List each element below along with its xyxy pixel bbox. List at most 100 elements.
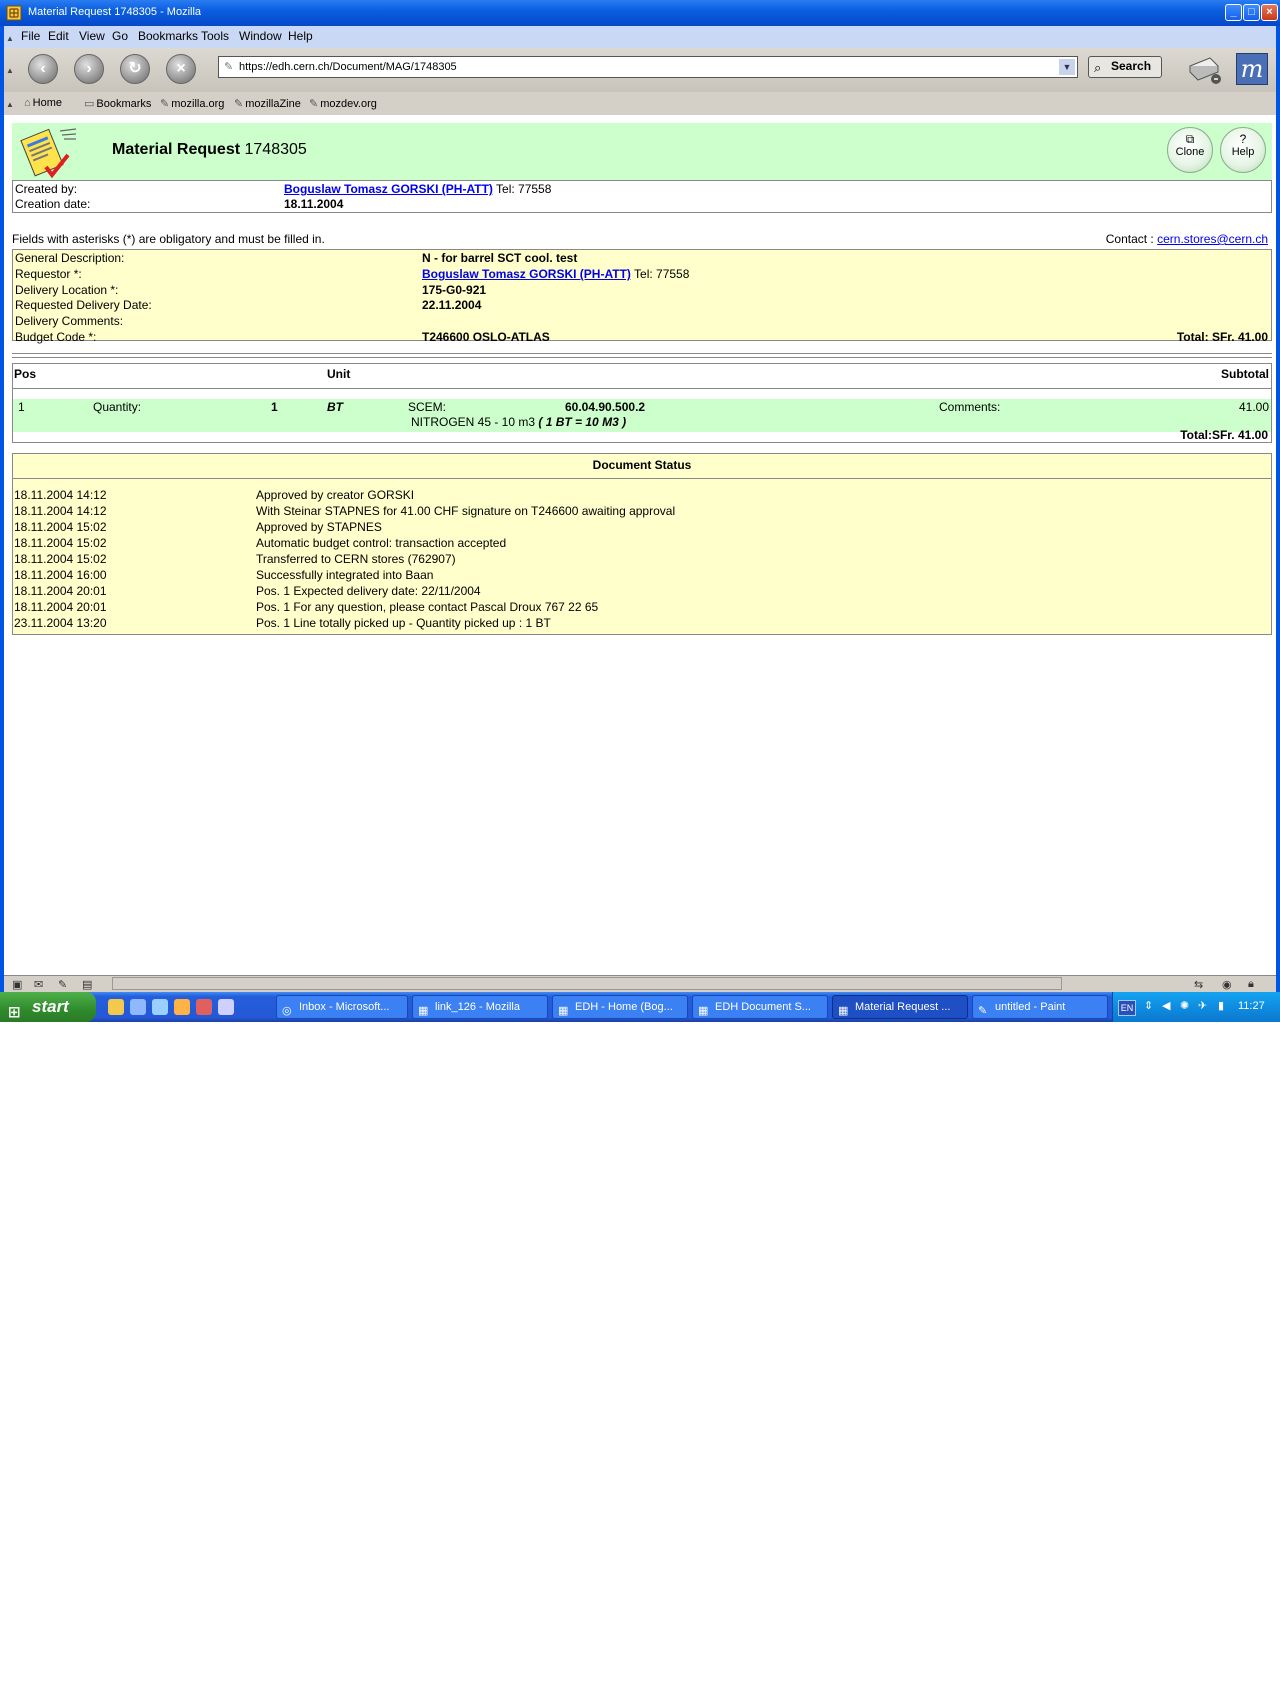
home-icon: ⌂ (24, 97, 31, 109)
status-text: Pos. 1 For any question, please contact … (256, 600, 599, 614)
task-material-request[interactable]: ▦ Material Request ... (832, 995, 968, 1019)
toolbar-grip-icon[interactable]: ▲ (6, 66, 14, 75)
task-edh-home[interactable]: ▦ EDH - Home (Bog... (552, 995, 688, 1019)
cookie-icon[interactable]: ◉ (1222, 978, 1232, 991)
contact-email-link[interactable]: cern.stores@cern.ch (1157, 232, 1268, 246)
clone-icon: ⧉ (1185, 132, 1195, 146)
task-label: untitled - Paint (995, 1001, 1066, 1013)
bookmarks-menu[interactable]: ▭ Bookmarks (84, 97, 151, 110)
page-proxy-icon[interactable]: ✎ (224, 60, 233, 73)
bookmarks-menu-label: Bookmarks (96, 98, 152, 110)
item-description: NITROGEN 45 - 10 m3 ( 1 BT = 10 M3 ) (411, 415, 626, 429)
address-book-icon[interactable]: ▤ (82, 978, 92, 991)
status-date: 18.11.2004 20:01 (14, 584, 107, 598)
security-lock-icon[interactable]: 🔒︎ (1248, 978, 1254, 991)
status-bar: ▣ ✉ ✎ ▤ ⇆ ◉ 🔒︎ (4, 975, 1276, 993)
contact-label: Contact : (1105, 232, 1154, 246)
task-edh-document[interactable]: ▦ EDH Document S... (692, 995, 828, 1019)
toolbar-grip-icon[interactable]: ▲ (6, 100, 14, 109)
print-icon[interactable] (1184, 52, 1224, 86)
status-date: 18.11.2004 16:00 (14, 568, 107, 582)
menu-tools[interactable]: Tools (201, 29, 229, 43)
close-button[interactable]: × (1261, 4, 1278, 21)
menu-help[interactable]: Help (288, 29, 313, 43)
quicklaunch-desktop-icon[interactable] (218, 999, 234, 1015)
obligatory-note: Fields with asterisks (*) are obligatory… (12, 232, 325, 246)
mail-icon[interactable]: ✉ (34, 978, 43, 991)
task-paint[interactable]: ✎ untitled - Paint (972, 995, 1108, 1019)
minimize-button[interactable]: _ (1225, 4, 1242, 21)
divider (13, 388, 1271, 389)
search-button[interactable]: ⌕ Search (1088, 56, 1162, 78)
list-item: 18.11.2004 15:02 Automatic budget control… (13, 536, 1271, 552)
item-description-text: NITROGEN 45 - 10 m3 (411, 415, 536, 429)
menu-edit[interactable]: Edit (48, 29, 69, 43)
list-item: 18.11.2004 16:00 Successfully integrated … (13, 568, 1271, 584)
menu-window[interactable]: Window (239, 29, 282, 43)
navigator-icon[interactable]: ▣ (12, 978, 22, 991)
menu-bookmarks[interactable]: Bookmarks (138, 29, 198, 43)
item-conversion: ( 1 BT = 10 M3 ) (538, 415, 627, 429)
url-input[interactable] (239, 59, 1039, 75)
help-button[interactable]: ? Help (1220, 127, 1266, 173)
composer-icon[interactable]: ✎ (58, 978, 67, 991)
windows-logo-icon: ⊞ (8, 1004, 21, 1021)
home-bookmark[interactable]: ⌂ Home (24, 97, 62, 109)
bookmark-mozilla-org[interactable]: ✎ mozilla.org (160, 97, 224, 110)
title-bar[interactable]: Material Request 1748305 - Mozilla _ □ × (0, 0, 1280, 26)
reload-icon[interactable]: ↻ (120, 54, 150, 84)
language-indicator[interactable]: EN (1118, 1000, 1136, 1016)
list-item: 18.11.2004 20:01 Pos. 1 For any question,… (13, 600, 1271, 616)
clone-button-label: Clone (1175, 146, 1205, 158)
taskbar: ⊞ start ◎ Inbox - Microsoft... ▦ link_126 … (0, 992, 1280, 1022)
quicklaunch-outlook-icon[interactable] (130, 999, 146, 1015)
back-icon[interactable]: ‹ (28, 54, 58, 84)
tray-expand-icon[interactable]: ⇕ (1144, 999, 1153, 1012)
start-button[interactable]: ⊞ start (0, 992, 96, 1022)
created-by-link[interactable]: Boguslaw Tomasz GORSKI (PH-ATT) (284, 182, 493, 196)
menu-go[interactable]: Go (112, 29, 128, 43)
requestor-link[interactable]: Boguslaw Tomasz GORSKI (PH-ATT) (422, 267, 631, 281)
tray-network-icon[interactable]: ✈ (1198, 999, 1207, 1012)
toolbar-grip-icon[interactable]: ▲ (6, 34, 14, 43)
list-item: 18.11.2004 15:02 Transferred to CERN stor… (13, 552, 1271, 568)
home-bookmark-label: Home (32, 97, 62, 109)
items-table: Pos Unit Subtotal 1 Quantity: 1 BT SCEM:… (12, 363, 1272, 443)
menu-file[interactable]: File (21, 29, 40, 43)
item-unit: BT (327, 400, 343, 414)
creation-date-value: 18.11.2004 (284, 197, 344, 211)
clock: 11:27 (1238, 1000, 1265, 1012)
tray-power-icon[interactable]: ▮ (1218, 999, 1224, 1012)
task-label: Material Request ... (855, 1001, 951, 1013)
forward-icon[interactable]: › (74, 54, 104, 84)
url-dropdown-icon[interactable]: ▼ (1059, 59, 1075, 75)
budget-code-label: Budget Code *: (15, 330, 97, 344)
status-date: 18.11.2004 15:02 (14, 552, 107, 566)
quicklaunch-ie-icon[interactable] (152, 999, 168, 1015)
quicklaunch-mozilla-icon[interactable] (108, 999, 124, 1015)
navigation-toolbar: ▲ ‹ › ↻ × ✎ ▼ ⌕ Search m (4, 48, 1276, 93)
maximize-button[interactable]: □ (1243, 4, 1260, 21)
tray-app-icon[interactable]: ✺ (1180, 999, 1189, 1012)
online-status-icon[interactable]: ⇆ (1194, 978, 1203, 991)
status-text: Automatic budget control: transaction ac… (256, 536, 507, 550)
task-label: Inbox - Microsoft... (299, 1001, 390, 1013)
mozilla-icon: ▦ (558, 1005, 569, 1017)
column-pos: Pos (14, 367, 37, 381)
bookmark-mozdev-org[interactable]: ✎ mozdev.org (309, 97, 377, 110)
browser-window: Material Request 1748305 - Mozilla _ □ ×… (0, 0, 1280, 1022)
item-subtotal: 41.00 (1238, 400, 1269, 414)
request-total: Total: SFr. 41.00 (1176, 330, 1268, 344)
menu-view[interactable]: View (79, 29, 105, 43)
bookmark-mozillazine[interactable]: ✎ mozillaZine (234, 97, 301, 110)
status-date: 18.11.2004 14:12 (14, 504, 107, 518)
clone-button[interactable]: ⧉ Clone (1167, 127, 1213, 173)
stop-icon[interactable]: × (166, 54, 196, 84)
task-inbox[interactable]: ◎ Inbox - Microsoft... (276, 995, 408, 1019)
quicklaunch-media-icon[interactable] (174, 999, 190, 1015)
url-bar[interactable]: ✎ ▼ (218, 56, 1078, 78)
quicklaunch-app-icon[interactable] (196, 999, 212, 1015)
mozilla-logo-icon[interactable]: m (1236, 53, 1268, 85)
tray-back-icon[interactable]: ◀ (1162, 999, 1170, 1012)
task-link-126[interactable]: ▦ link_126 - Mozilla (412, 995, 548, 1019)
